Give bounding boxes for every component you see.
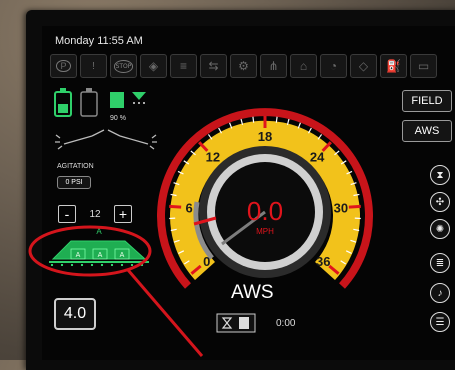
annotation-circle bbox=[30, 227, 150, 275]
annotation-arrow-line bbox=[128, 270, 202, 356]
annotation-overlay bbox=[0, 0, 455, 360]
